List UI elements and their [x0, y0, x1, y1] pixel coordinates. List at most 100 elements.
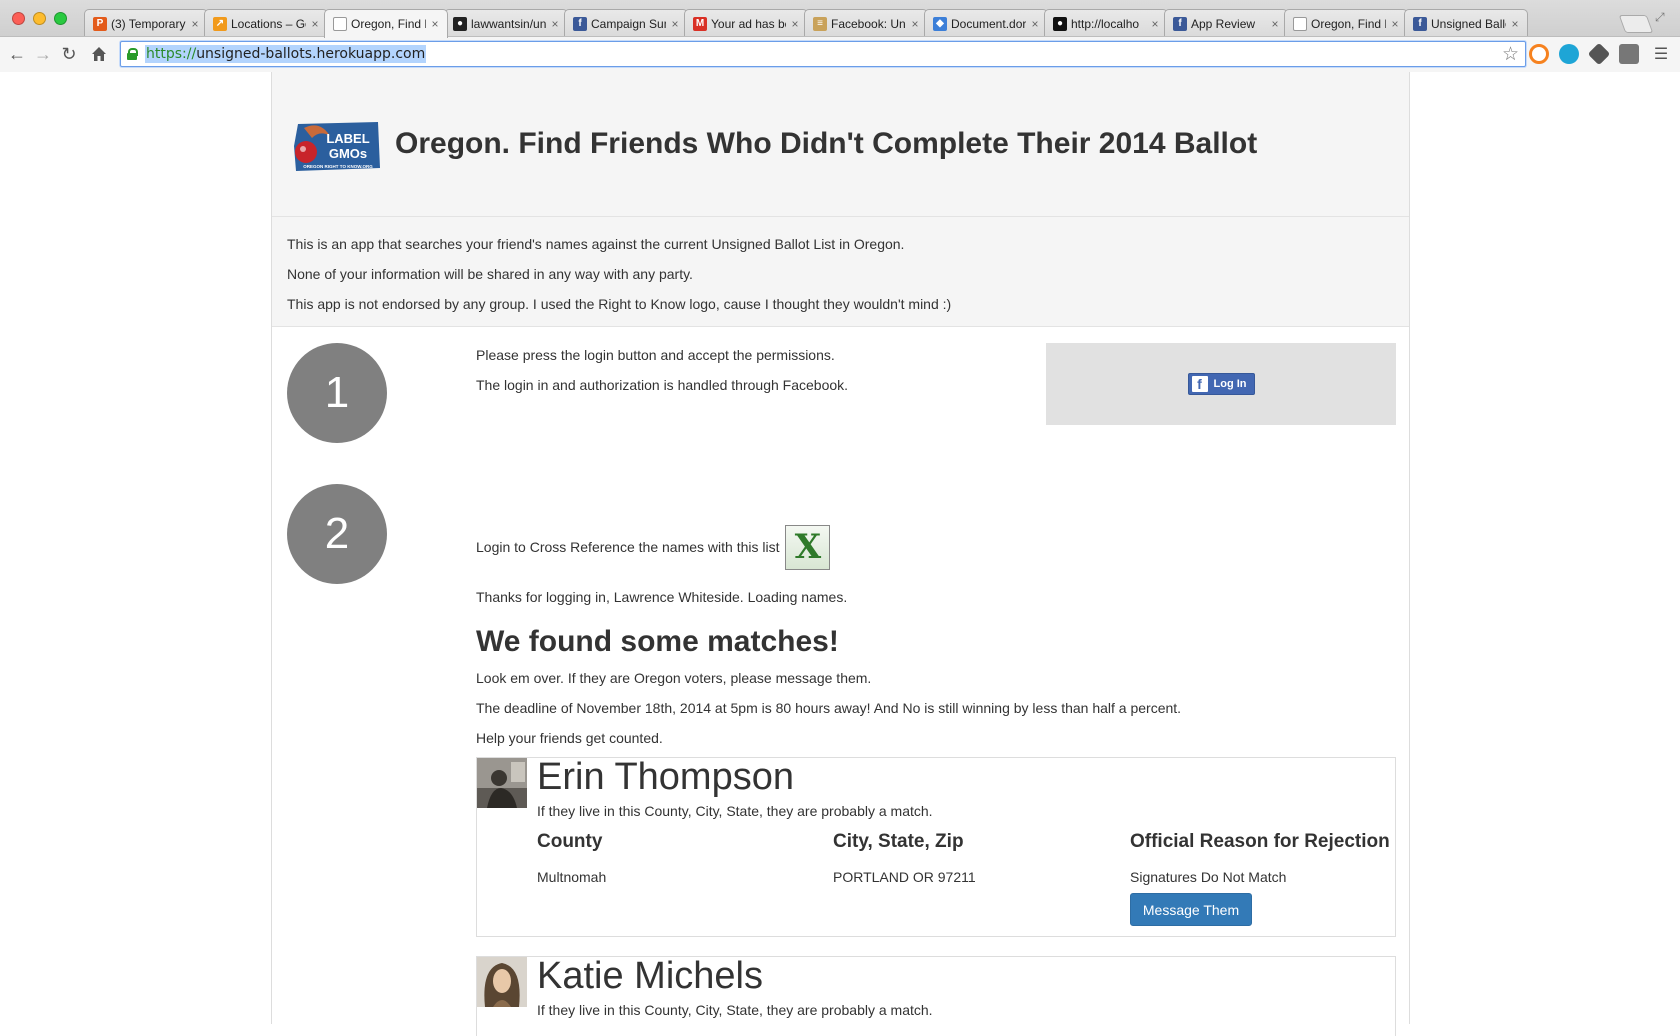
city-column: City, State, Zip PORTLAND OR 97211 [833, 831, 976, 885]
lock-icon [127, 48, 138, 60]
tab-favicon-icon: f [1413, 16, 1427, 31]
reload-button[interactable]: ↻ [58, 43, 80, 65]
label-gmos-logo: LABEL GMOs OREGON RIGHT TO KNOW.ORG [290, 118, 382, 174]
matches-description: Look em over. If they are Oregon voters,… [476, 663, 1396, 753]
tab-close-icon[interactable]: × [1389, 17, 1401, 31]
browser-tab[interactable]: M Your ad has be × [684, 9, 808, 37]
tab-favicon-icon: P [93, 16, 107, 31]
new-tab-button[interactable] [1618, 15, 1654, 33]
tab-close-icon[interactable]: × [1269, 17, 1281, 31]
tab-title: Campaign Sum [591, 16, 666, 31]
fullscreen-icon[interactable]: ⤢ [1655, 10, 1665, 25]
forward-button[interactable]: → [32, 43, 54, 65]
bookmark-star-icon[interactable]: ☆ [1502, 43, 1519, 66]
page-container: LABEL GMOs OREGON RIGHT TO KNOW.ORG Oreg… [271, 72, 1410, 1036]
hamburger-menu-icon: ☰ [1653, 46, 1669, 63]
tab-close-icon[interactable]: × [789, 17, 801, 31]
browser-chrome: P (3) Temporary × ↗ Locations – Go × Oregon, F… [0, 0, 1680, 72]
intro-line-2: None of your information will be shared … [287, 266, 693, 282]
extension-blue-icon[interactable] [1559, 44, 1579, 64]
browser-tab[interactable]: Oregon, Find F × [324, 9, 448, 38]
avatar [477, 957, 527, 1007]
step-1-line-1: Please press the login button and accept… [476, 347, 835, 363]
avatar [477, 758, 527, 808]
tab-close-icon[interactable]: × [189, 17, 201, 31]
browser-tab[interactable]: P (3) Temporary × [84, 9, 208, 37]
tab-close-icon[interactable]: × [429, 17, 441, 31]
login-panel: f Log In [1046, 343, 1396, 425]
tab-favicon-icon: M [693, 16, 707, 31]
tab-close-icon[interactable]: × [549, 17, 561, 31]
tab-title: Document.dor [951, 16, 1026, 31]
match-note: If they live in this County, City, State… [537, 1002, 933, 1018]
tab-favicon-icon [1293, 16, 1307, 31]
tab-favicon-icon: f [1173, 16, 1187, 31]
back-arrow-icon: ← [8, 43, 26, 64]
tab-title: lawwantsin/un [471, 16, 546, 31]
tab-close-icon[interactable]: × [1509, 17, 1521, 31]
browser-tab[interactable]: f App Review × [1164, 9, 1288, 37]
extension-shield-icon[interactable] [1619, 44, 1639, 64]
city-label: City, State, Zip [833, 831, 964, 852]
tab-close-icon[interactable]: × [1149, 17, 1161, 31]
minimize-window-button[interactable] [33, 12, 46, 25]
tab-title: App Review [1191, 16, 1256, 31]
menu-button[interactable]: ☰ [1650, 43, 1672, 65]
tab-title: (3) Temporary [111, 16, 186, 31]
tab-favicon-icon: ≡ [813, 16, 827, 31]
tab-title: Locations – Go [231, 16, 306, 31]
intro-panel: This is an app that searches your friend… [272, 217, 1409, 327]
step-2-circle: 2 [287, 484, 387, 584]
tab-close-icon[interactable]: × [669, 17, 681, 31]
message-them-button[interactable]: Message Them [1130, 893, 1252, 926]
tab-title: Unsigned Ballo [1431, 16, 1506, 31]
reload-icon: ↻ [61, 43, 77, 64]
step-2-content: Login to Cross Reference the names with … [476, 522, 1396, 753]
login-label: Log In [1213, 378, 1247, 390]
extension-hexagon-icon[interactable] [1587, 42, 1611, 66]
intro-line-3: This app is not endorsed by any group. I… [287, 296, 952, 312]
browser-tab[interactable]: ↗ Locations – Go × [204, 9, 328, 37]
url-host: unsigned-ballots.herokuapp.com [196, 46, 426, 62]
browser-tab[interactable]: ● http://localho × [1044, 9, 1168, 37]
address-bar[interactable]: https://unsigned-ballots.herokuapp.com ☆ [120, 41, 1526, 67]
tab-title: http://localho [1071, 16, 1140, 31]
tab-close-icon[interactable]: × [309, 17, 321, 31]
browser-toolbar: ← → ↻ https://unsigned-ballots.herokuapp… [0, 36, 1680, 72]
browser-tab[interactable]: ● lawwantsin/un × [444, 9, 568, 37]
home-button[interactable] [88, 43, 110, 65]
tab-close-icon[interactable]: × [909, 17, 921, 31]
match-card: Erin Thompson If they live in this Count… [476, 756, 1396, 937]
browser-tab[interactable]: Oregon, Find F × [1284, 9, 1408, 37]
cross-reference-line: Login to Cross Reference the names with … [476, 522, 1396, 572]
svg-text:LABEL: LABEL [326, 131, 369, 146]
tab-favicon-icon: ↗ [213, 16, 227, 31]
browser-tab[interactable]: ≡ Facebook: Uns × [804, 9, 928, 37]
matches-line-3: Help your friends get counted. [476, 730, 663, 746]
tab-title: Facebook: Uns [831, 16, 906, 31]
back-button[interactable]: ← [6, 43, 28, 65]
tab-close-icon[interactable]: × [1029, 17, 1041, 31]
matches-line-2: The deadline of November 18th, 2014 at 5… [476, 700, 1182, 716]
browser-tab[interactable]: f Unsigned Ballo × [1404, 9, 1528, 37]
browser-tab[interactable]: ◆ Document.dor × [924, 9, 1048, 37]
browser-tab[interactable]: f Campaign Sum × [564, 9, 688, 37]
zoom-window-button[interactable] [54, 12, 67, 25]
tab-title: Oregon, Find F [351, 17, 426, 31]
excel-spreadsheet-icon[interactable]: X [785, 524, 831, 570]
url-scheme: https:// [146, 46, 197, 62]
step-1-line-2: The login in and authorization is handle… [476, 377, 849, 393]
matches-line-1: Look em over. If they are Oregon voters,… [476, 670, 872, 686]
page-title: Oregon. Find Friends Who Didn't Complete… [395, 127, 1258, 160]
tab-title: Oregon, Find F [1311, 16, 1386, 31]
tab-favicon-icon: ● [1053, 16, 1067, 31]
close-window-button[interactable] [12, 12, 25, 25]
match-note: If they live in this County, City, State… [537, 803, 933, 819]
extension-orange-icon[interactable] [1529, 44, 1549, 64]
facebook-f-icon: f [1191, 376, 1208, 392]
reason-value: Signatures Do Not Match [1130, 869, 1287, 885]
svg-text:GMOs: GMOs [329, 146, 367, 161]
match-name: Katie Michels [537, 955, 763, 997]
facebook-login-button[interactable]: f Log In [1187, 373, 1255, 395]
tab-favicon-icon: f [573, 16, 587, 31]
